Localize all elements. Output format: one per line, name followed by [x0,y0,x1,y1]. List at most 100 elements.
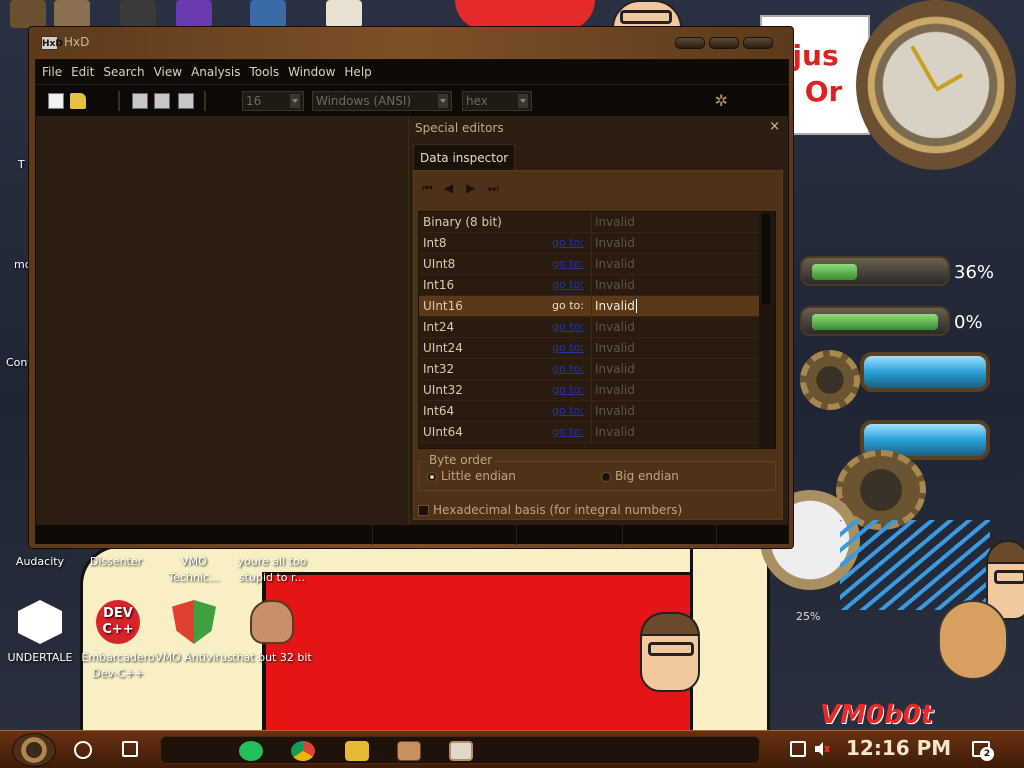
row-value[interactable]: Invalid [591,380,759,400]
goto-link[interactable]: go to: [552,404,584,417]
scrollbar-thumb[interactable] [762,214,770,304]
task-view-icon[interactable] [122,741,138,757]
menubar: File Edit Search View Analysis Tools Window Hel… [36,60,788,84]
table-row[interactable]: Int24 go to: Invalid [419,317,759,338]
offset-base-select[interactable]: hex [462,91,532,111]
network-icon[interactable] [790,741,806,757]
desktop-icon-dissenter[interactable]: Dissenter [76,554,156,570]
inspector-scrollbar[interactable] [759,212,775,448]
charset-select[interactable]: Windows (ANSI) [312,91,452,111]
panel-close-icon[interactable]: × [769,119,780,134]
goto-link[interactable]: go to: [552,425,584,438]
search-icon[interactable] [74,741,92,759]
menu-analysis[interactable]: Analysis [188,60,243,84]
row-value-editor[interactable]: Invalid [591,296,759,316]
hex-editor-area[interactable] [36,116,406,524]
close-button[interactable] [743,37,773,49]
table-row[interactable]: Int8 go to: Invalid [419,233,759,254]
menu-file[interactable]: File [39,60,65,84]
row-value[interactable]: Invalid [591,317,759,337]
window-titlebar[interactable]: HxD HxD [29,27,793,59]
table-row[interactable]: UInt24 go to: Invalid [419,338,759,359]
save-all-icon[interactable] [154,93,170,109]
big-endian-radio[interactable]: Big endian [601,469,679,483]
table-row[interactable]: Int64 go to: Invalid [419,401,759,422]
virtualbox-icon [250,0,286,28]
table-row[interactable]: UInt32 go to: Invalid [419,380,759,401]
row-value[interactable]: Invalid [591,422,759,442]
gear-icon [800,350,860,410]
wallpaper-cartoon-figure [640,612,700,692]
special-editors-panel: Special editors × Data inspector ⏮ ◀ ▶ ⏭ Bi… [408,116,788,524]
window-client: File Edit Search View Analysis Tools Window Hel… [35,59,789,545]
desktop-icon-label: Audacity [15,555,65,568]
menu-help[interactable]: Help [341,60,374,84]
desktop-icon-vmo-antivirus[interactable]: VMO Antivirus [154,600,234,666]
row-value[interactable]: Invalid [591,254,759,274]
menu-window[interactable]: Window [285,60,338,84]
image-app-icon[interactable] [397,741,421,761]
row-value[interactable]: Invalid [591,212,759,232]
menu-tools[interactable]: Tools [247,60,283,84]
menu-view[interactable]: View [151,60,185,84]
row-type: UInt16 [423,299,463,313]
table-row[interactable]: Int16 go to: Invalid [419,275,759,296]
open-folder-icon[interactable] [70,93,86,109]
row-value[interactable]: Invalid [591,338,759,358]
goto-link[interactable]: go to: [552,383,584,396]
row-value[interactable]: Invalid [591,401,759,421]
wallpaper-hamster [938,600,1008,680]
desktop-icon-vmo-technic[interactable]: VMO Technic... [154,554,234,586]
save-icon[interactable] [132,93,148,109]
desktop-icon-undertale[interactable]: UNDERTALE [0,600,80,666]
menu-edit[interactable]: Edit [68,60,97,84]
minimize-button[interactable] [675,37,705,49]
file-explorer-icon[interactable] [345,741,369,761]
row-type: UInt32 [423,383,463,397]
desktop-icon-that-but-32-bit[interactable]: that but 32 bit [232,600,312,666]
table-row[interactable]: UInt8 go to: Invalid [419,254,759,275]
taskbar-clock[interactable]: 12:16 PM [846,736,951,760]
table-row[interactable]: Binary (8 bit) Invalid [419,212,759,233]
little-endian-radio[interactable]: Little endian [427,469,516,483]
goto-link[interactable]: go to: [552,320,584,333]
wallpaper-stripes [840,520,990,610]
row-value[interactable]: Invalid [591,233,759,253]
hex-basis-checkbox[interactable]: Hexadecimal basis (for integral numbers) [418,503,682,517]
spotify-icon[interactable] [239,741,263,761]
table-row-selected[interactable]: UInt16 go to: Invalid [419,296,759,317]
steampunk-tube [860,352,990,392]
row-value-text[interactable]: Invalid [595,299,637,313]
goto-link[interactable]: go to: [552,236,584,249]
properties-icon[interactable] [178,93,194,109]
previous-icon[interactable]: ◀ [444,181,458,195]
first-record-icon[interactable]: ⏮ [422,181,436,195]
bytes-per-row-select[interactable]: 16 [242,91,304,111]
goto-link[interactable]: go to: [552,299,584,312]
table-row[interactable]: UInt64 go to: Invalid [419,422,759,443]
chevron-down-icon [438,94,448,108]
status-cell [516,525,517,545]
row-value[interactable]: Invalid [591,359,759,379]
tab-data-inspector[interactable]: Data inspector [413,144,516,170]
table-row[interactable]: Int32 go to: Invalid [419,359,759,380]
chrome-icon[interactable] [291,741,315,761]
new-file-icon[interactable] [48,93,64,109]
goto-link[interactable]: go to: [552,341,584,354]
maximize-button[interactable] [709,37,739,49]
start-button[interactable] [12,733,56,767]
goto-link[interactable]: go to: [552,278,584,291]
last-record-icon[interactable]: ⏭ [488,181,502,195]
goto-link[interactable]: go to: [552,362,584,375]
hxd-taskbar-icon[interactable] [449,741,473,761]
hxd-app-icon: HxD [41,36,63,50]
desktop-icon-youre-all-too-stupid[interactable]: youre all too stupid to r... [232,554,312,586]
menu-search[interactable]: Search [100,60,147,84]
volume-muted-icon[interactable] [814,741,830,757]
goto-link[interactable]: go to: [552,257,584,270]
row-value[interactable]: Invalid [591,275,759,295]
desktop-icon-embarcadero[interactable]: DEV C++ Embarcadero Dev-C++ [78,600,158,682]
next-icon[interactable]: ▶ [466,181,480,195]
desktop-icon-audacity[interactable]: Audacity [0,554,80,570]
devcpp-icon: DEV C++ [96,600,140,644]
